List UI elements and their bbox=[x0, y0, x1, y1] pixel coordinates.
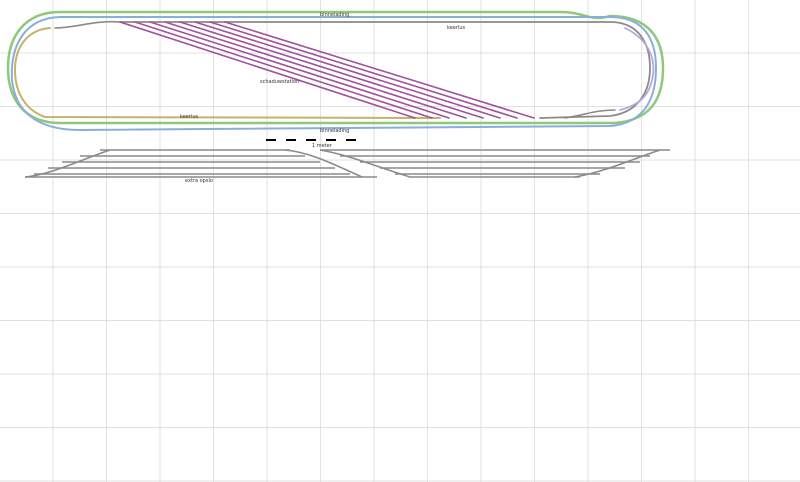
inner-grey-track bbox=[54, 20, 651, 119]
yard-track bbox=[164, 21, 467, 119]
yard-track bbox=[179, 21, 484, 119]
bottom-yard-left-tracks bbox=[24, 149, 377, 178]
yard-track bbox=[194, 21, 501, 119]
bottom-yard-right-tracks bbox=[319, 149, 670, 178]
label-yard: schaduwstation bbox=[260, 79, 299, 85]
yard-track bbox=[149, 21, 450, 119]
bottom-yard-left-ladder bbox=[24, 149, 111, 178]
blue-loop-track bbox=[10, 16, 658, 132]
label-scale: 1 meter bbox=[312, 143, 333, 149]
yard-track bbox=[134, 21, 433, 119]
label-bottom-yard: extra opslo bbox=[185, 178, 213, 184]
yard-track bbox=[224, 21, 535, 119]
label-top-right-line: keerlus bbox=[447, 25, 465, 31]
label-top-loop: binnelading bbox=[320, 12, 349, 18]
yard-tracks bbox=[119, 21, 535, 119]
bottom-yard-left-ladder bbox=[284, 149, 363, 178]
lavender-track bbox=[619, 27, 655, 111]
yard-track bbox=[119, 21, 416, 119]
background-grid bbox=[0, 0, 800, 482]
track-plan-canvas: binnelading keerlus schaduwstation keerl… bbox=[0, 0, 800, 482]
label-bottom-left-line: keerlus bbox=[180, 114, 198, 120]
label-bottom-loop: binnelading bbox=[320, 128, 349, 134]
yard-track bbox=[209, 21, 518, 119]
